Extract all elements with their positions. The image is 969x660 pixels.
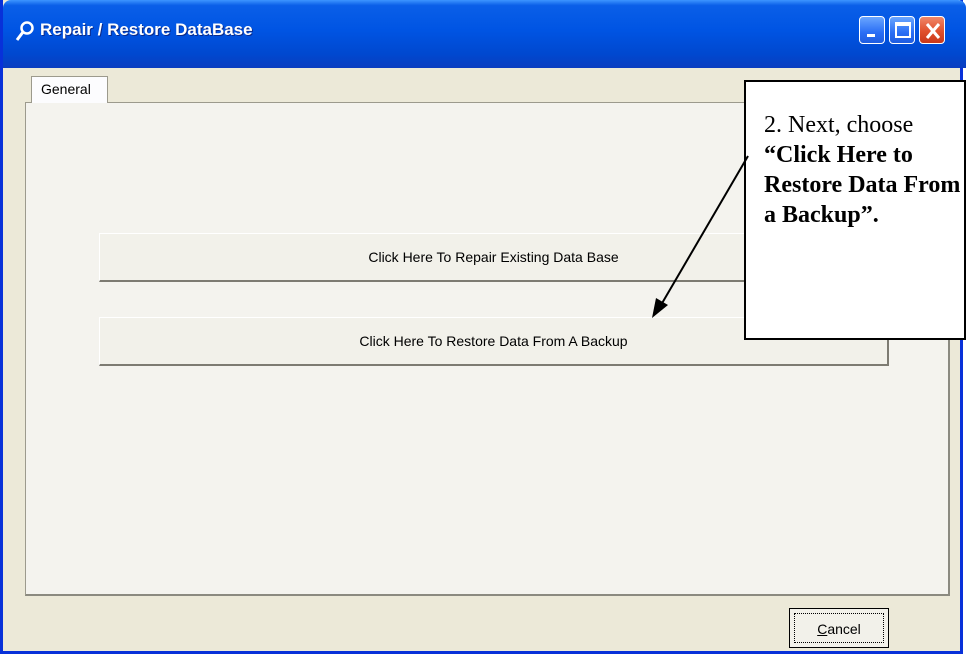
annotation-callout: 2. Next, choose “Click Here to Restore D… bbox=[744, 80, 966, 340]
callout-lead: 2. Next, choose bbox=[764, 112, 914, 138]
minimize-button[interactable] bbox=[859, 16, 885, 44]
wrench-key-icon bbox=[15, 21, 34, 41]
maximize-icon bbox=[895, 22, 911, 38]
tab-general[interactable]: General bbox=[31, 76, 108, 103]
close-button[interactable] bbox=[919, 16, 945, 44]
maximize-button[interactable] bbox=[889, 16, 915, 44]
close-icon bbox=[925, 23, 941, 39]
callout-emphasis: “Click Here to Restore Data From a Backu… bbox=[764, 142, 961, 228]
cancel-label-rest: ancel bbox=[827, 621, 861, 637]
title-bar[interactable]: Repair / Restore DataBase bbox=[3, 0, 966, 68]
cancel-button[interactable]: Cancel bbox=[789, 608, 889, 648]
tab-general-label: General bbox=[41, 81, 91, 97]
cancel-accelerator: C bbox=[817, 621, 828, 637]
callout-text: 2. Next, choose “Click Here to Restore D… bbox=[764, 110, 962, 230]
window-title: Repair / Restore DataBase bbox=[40, 20, 253, 39]
minimize-icon bbox=[867, 34, 875, 37]
cancel-focus-ring: Cancel bbox=[794, 613, 884, 643]
